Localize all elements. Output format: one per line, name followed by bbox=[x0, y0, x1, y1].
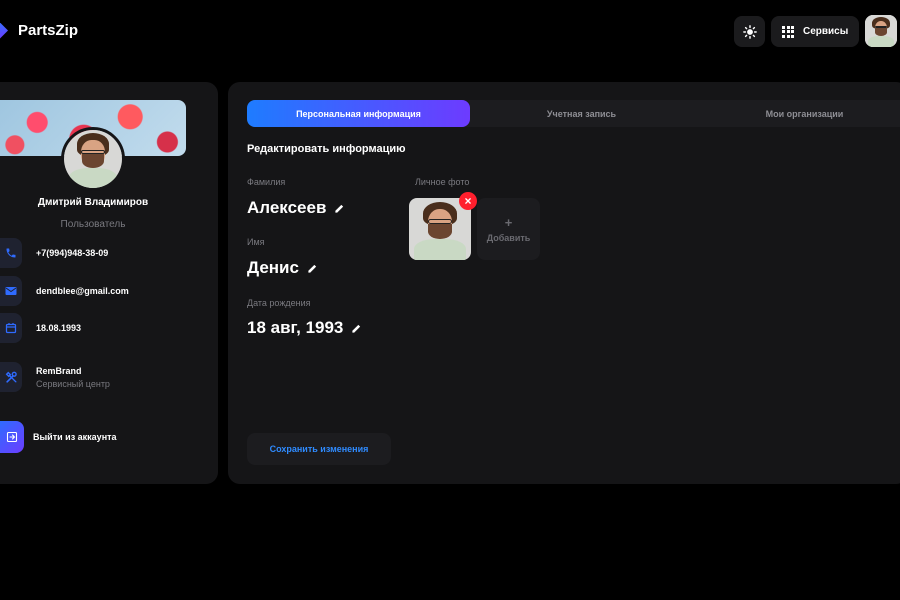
logo-icon bbox=[0, 22, 8, 39]
tab-personal-info[interactable]: Персональная информация bbox=[247, 100, 470, 127]
first-name-field[interactable]: Денис bbox=[247, 258, 318, 278]
tab-account[interactable]: Учетная запись bbox=[470, 100, 693, 127]
birth-date-field[interactable]: 18 авг, 1993 bbox=[247, 318, 362, 338]
theme-toggle-button[interactable] bbox=[734, 16, 765, 47]
logout-icon bbox=[0, 421, 24, 453]
user-role: Пользователь bbox=[60, 219, 126, 230]
sun-icon bbox=[742, 24, 757, 39]
user-name: Дмитрий Владимиров bbox=[37, 197, 149, 208]
birthdate-row: 18.08.1993 bbox=[0, 313, 81, 343]
organization-row[interactable]: RemBrand Сервисный центр bbox=[0, 362, 110, 392]
pencil-icon[interactable] bbox=[351, 323, 362, 334]
first-name-label: Имя bbox=[247, 237, 265, 247]
company-name: RemBrand bbox=[36, 365, 82, 376]
birth-date-label: Дата рождения bbox=[247, 298, 311, 308]
add-photo-button[interactable]: + Добавить bbox=[477, 198, 540, 260]
first-name-value: Денис bbox=[247, 258, 299, 277]
pencil-icon[interactable] bbox=[334, 203, 345, 214]
remove-photo-button[interactable]: × bbox=[459, 192, 477, 210]
last-name-field[interactable]: Алексеев bbox=[247, 198, 345, 218]
birthdate-value: 18.08.1993 bbox=[36, 323, 82, 333]
phone-row: +7(994)948-38-09 bbox=[0, 238, 108, 268]
close-icon: × bbox=[464, 194, 472, 208]
save-changes-button[interactable]: Сохранить изменения bbox=[247, 433, 391, 465]
birth-date-value: 18 авг, 1993 bbox=[247, 318, 344, 337]
grid-icon bbox=[782, 25, 794, 38]
app-logo[interactable]: PartsZip bbox=[0, 22, 78, 39]
profile-card: Дмитрий Владимиров Пользователь +7(994)9… bbox=[0, 82, 218, 484]
app-name: PartsZip bbox=[18, 22, 79, 39]
email-value: dendblee@gmail.com bbox=[36, 286, 129, 296]
add-photo-label: Добавить bbox=[486, 232, 531, 243]
section-title: Редактировать информацию bbox=[247, 143, 406, 155]
tab-bar: Персональная информация Учетная запись М… bbox=[247, 100, 900, 127]
mail-icon bbox=[0, 276, 22, 306]
photo-label: Личное фото bbox=[415, 177, 470, 187]
pencil-icon[interactable] bbox=[307, 263, 318, 274]
logout-label: Выйти из аккаунта bbox=[33, 432, 117, 442]
edit-info-card: Персональная информация Учетная запись М… bbox=[228, 82, 900, 484]
profile-avatar bbox=[61, 127, 125, 191]
logout-button[interactable]: Выйти из аккаунта bbox=[0, 421, 117, 453]
plus-icon: + bbox=[504, 214, 513, 230]
tools-icon bbox=[0, 362, 22, 392]
last-name-label: Фамилия bbox=[247, 177, 286, 187]
services-button[interactable]: Сервисы bbox=[771, 16, 859, 47]
services-label: Сервисы bbox=[803, 26, 849, 37]
tab-organizations[interactable]: Мои организации bbox=[693, 100, 900, 127]
last-name-value: Алексеев bbox=[247, 198, 327, 217]
phone-value: +7(994)948-38-09 bbox=[36, 248, 109, 258]
header-avatar[interactable] bbox=[865, 15, 897, 47]
phone-icon bbox=[0, 238, 22, 268]
calendar-icon bbox=[0, 313, 22, 343]
company-type: Сервисный центр bbox=[36, 378, 110, 389]
email-row: dendblee@gmail.com bbox=[0, 276, 129, 306]
